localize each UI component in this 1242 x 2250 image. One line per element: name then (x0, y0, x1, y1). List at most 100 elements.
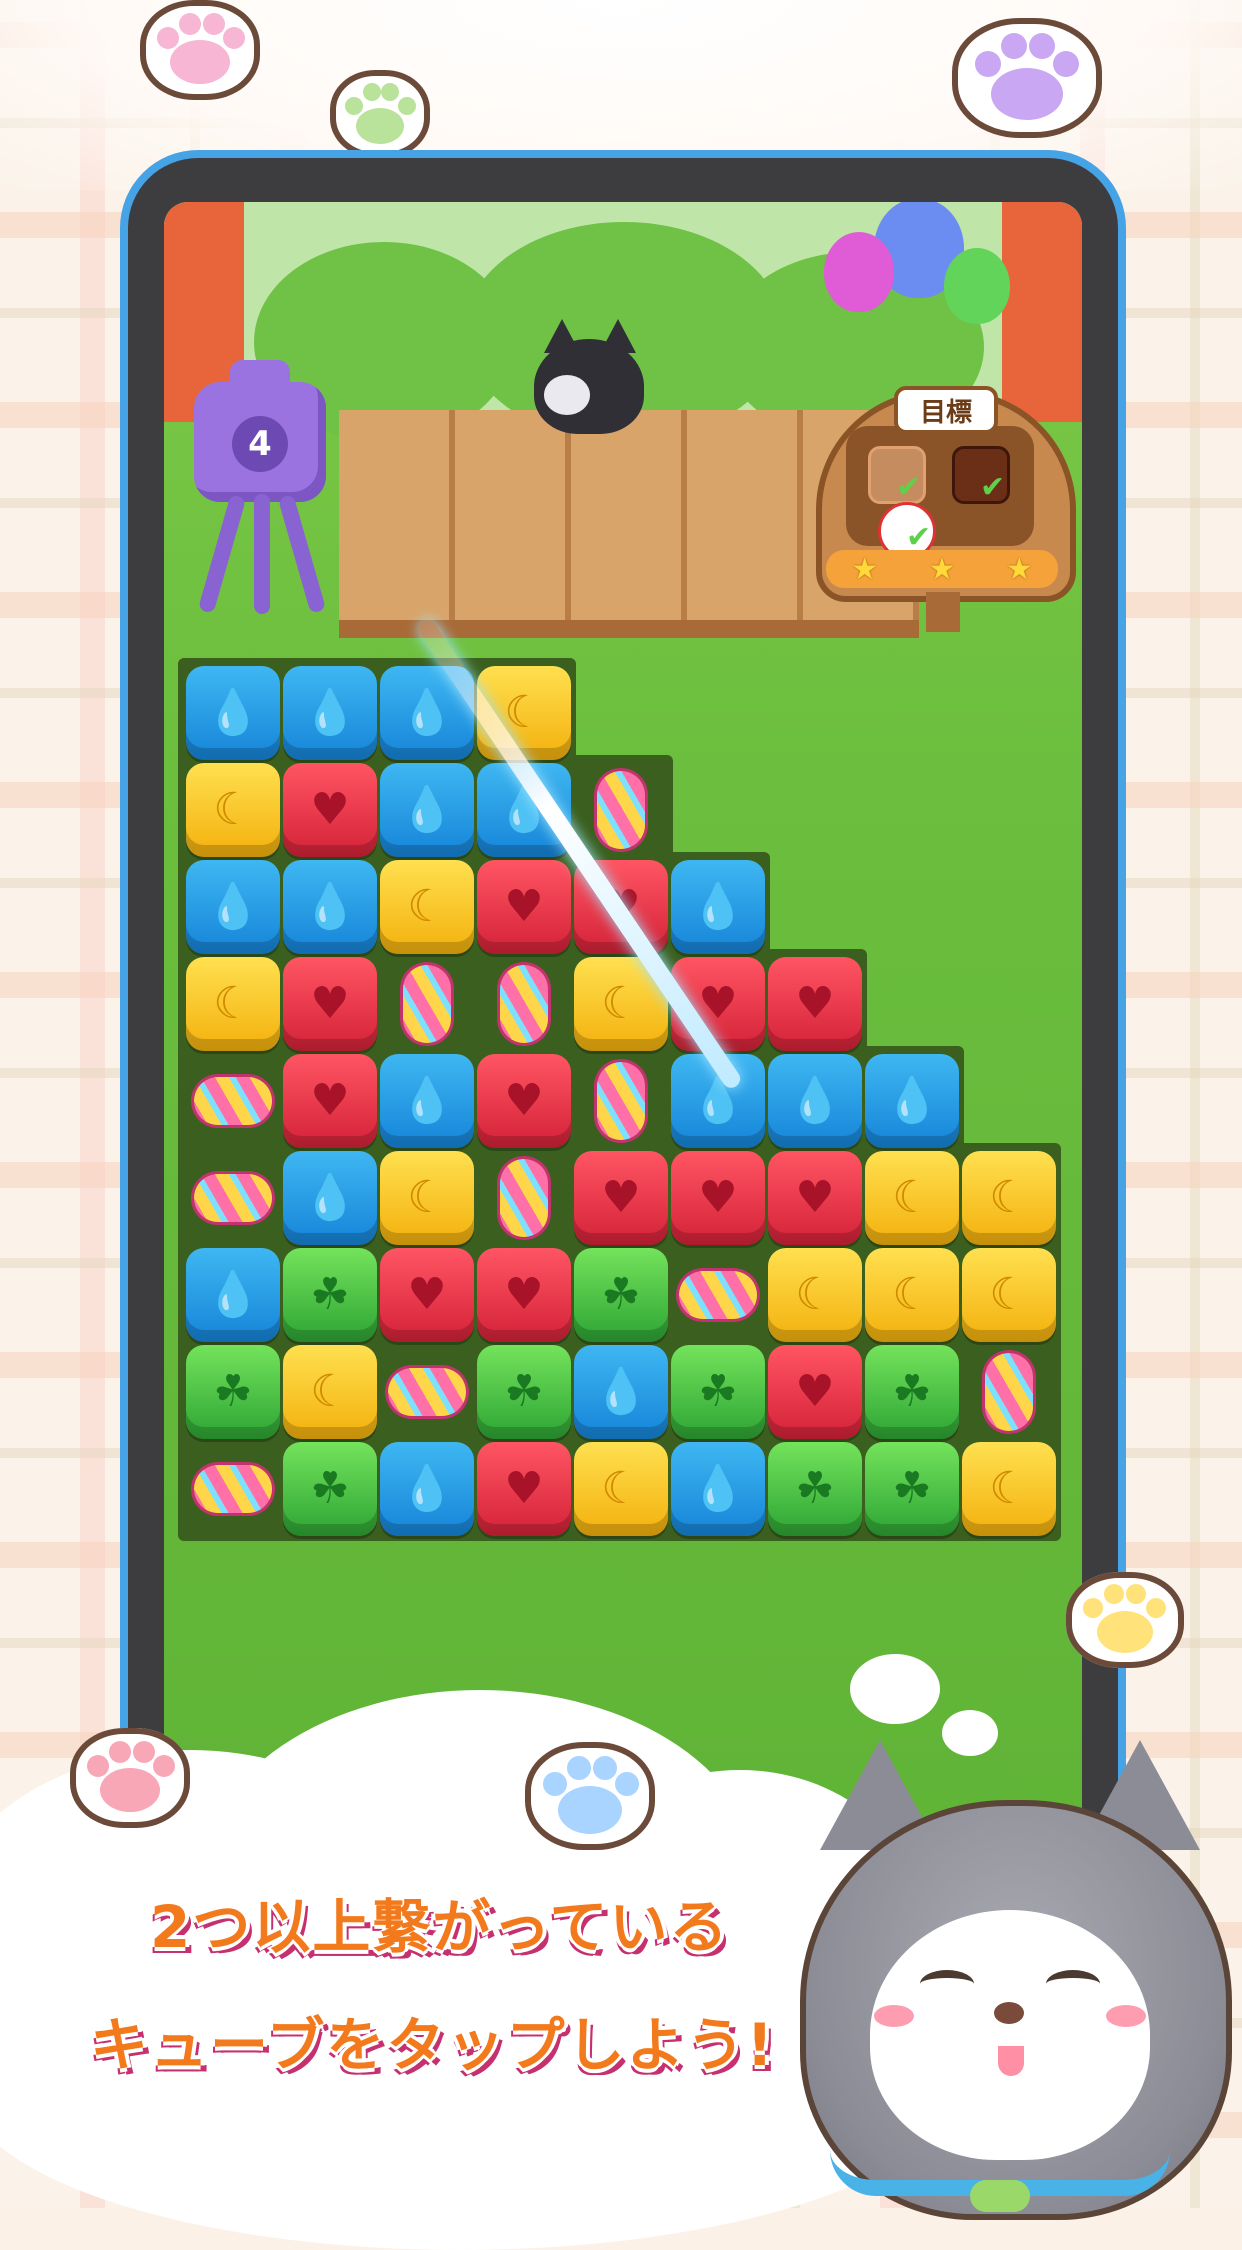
yellow-cube[interactable]: ☾ (865, 1248, 959, 1342)
blue-cube-symbol-icon: 💧 (690, 1463, 746, 1514)
green-cube[interactable]: ☘ (477, 1345, 571, 1439)
yellow-cube[interactable]: ☾ (186, 957, 280, 1051)
yellow-cube[interactable]: ☾ (865, 1151, 959, 1245)
paw-print-icon (952, 18, 1102, 138)
yellow-cube[interactable]: ☾ (380, 860, 474, 954)
paw-print-icon (70, 1728, 190, 1828)
blue-cube[interactable]: 💧 (283, 1151, 377, 1245)
blue-cube-symbol-icon: 💧 (399, 1463, 455, 1514)
yellow-cube-symbol-icon: ☾ (310, 1366, 350, 1417)
candy-booster[interactable] (380, 957, 474, 1051)
red-cube[interactable]: ♥ (477, 860, 571, 954)
collar-bell-icon (970, 2180, 1030, 2212)
candy-booster[interactable] (574, 763, 668, 857)
blue-cube-symbol-icon: 💧 (787, 1075, 843, 1126)
blue-cube[interactable]: 💧 (671, 860, 765, 954)
candy-booster[interactable] (477, 1151, 571, 1245)
candy-booster[interactable] (477, 957, 571, 1051)
yellow-cube-symbol-icon: ☾ (989, 1269, 1029, 1320)
red-cube[interactable]: ♥ (768, 957, 862, 1051)
green-cube[interactable]: ☘ (574, 1248, 668, 1342)
red-cube[interactable]: ♥ (768, 1151, 862, 1245)
yellow-cube[interactable]: ☾ (962, 1151, 1056, 1245)
blue-cube[interactable]: 💧 (283, 860, 377, 954)
red-cube-symbol-icon: ♥ (504, 1075, 544, 1126)
green-cube[interactable]: ☘ (768, 1442, 862, 1536)
candy-booster[interactable] (574, 1054, 668, 1148)
red-cube[interactable]: ♥ (477, 1054, 571, 1148)
green-cube[interactable]: ☘ (283, 1442, 377, 1536)
goal-post (926, 592, 960, 632)
red-cube-symbol-icon: ♥ (795, 978, 835, 1029)
green-cube-symbol-icon: ☘ (892, 1463, 932, 1514)
yellow-cube-symbol-icon: ☾ (407, 881, 447, 932)
candy-booster[interactable] (186, 1442, 280, 1536)
blue-cube[interactable]: 💧 (380, 763, 474, 857)
yellow-cube[interactable]: ☾ (574, 1442, 668, 1536)
yellow-cube-symbol-icon: ☾ (892, 1269, 932, 1320)
red-cube[interactable]: ♥ (671, 1151, 765, 1245)
yellow-cube[interactable]: ☾ (380, 1151, 474, 1245)
blue-cube-symbol-icon: 💧 (884, 1075, 940, 1126)
yellow-cube-symbol-icon: ☾ (795, 1269, 835, 1320)
moves-left-count: 4 (232, 416, 288, 472)
star-icon: ★ (1005, 551, 1033, 587)
blue-cube-symbol-icon: 💧 (593, 1366, 649, 1417)
candy-icon (403, 965, 451, 1043)
candy-booster[interactable] (186, 1054, 280, 1148)
red-cube[interactable]: ♥ (380, 1248, 474, 1342)
green-cube[interactable]: ☘ (283, 1248, 377, 1342)
blue-cube[interactable]: 💧 (380, 1442, 474, 1536)
red-cube[interactable]: ♥ (477, 1442, 571, 1536)
green-cube[interactable]: ☘ (671, 1345, 765, 1439)
blue-cube[interactable]: 💧 (186, 860, 280, 954)
red-cube[interactable]: ♥ (283, 1054, 377, 1148)
paw-print-icon (525, 1742, 655, 1850)
blue-cube-symbol-icon: 💧 (690, 1075, 746, 1126)
candy-booster[interactable] (962, 1345, 1056, 1439)
red-cube[interactable]: ♥ (574, 1151, 668, 1245)
blue-cube[interactable]: 💧 (671, 1442, 765, 1536)
candy-booster[interactable] (671, 1248, 765, 1342)
yellow-cube[interactable]: ☾ (962, 1248, 1056, 1342)
candy-booster[interactable] (186, 1151, 280, 1245)
blue-cube[interactable]: 💧 (283, 666, 377, 760)
paw-print-icon (140, 0, 260, 100)
yellow-cube-symbol-icon: ☾ (213, 978, 253, 1029)
yellow-cube-symbol-icon: ☾ (407, 1172, 447, 1223)
red-cube[interactable]: ♥ (477, 1248, 571, 1342)
yellow-cube[interactable]: ☾ (186, 763, 280, 857)
blue-cube-symbol-icon: 💧 (399, 1075, 455, 1126)
blue-cube[interactable]: 💧 (186, 1248, 280, 1342)
caption-line-2: キューブをタップしよう! (90, 2011, 775, 2079)
yellow-cube[interactable]: ☾ (283, 1345, 377, 1439)
yellow-cube[interactable]: ☾ (962, 1442, 1056, 1536)
check-icon: ✔ (980, 470, 1006, 505)
blue-cube-symbol-icon: 💧 (302, 881, 358, 932)
yellow-cube[interactable]: ☾ (768, 1248, 862, 1342)
yellow-cube-symbol-icon: ☾ (989, 1463, 1029, 1514)
blue-cube[interactable]: 💧 (768, 1054, 862, 1148)
red-cube[interactable]: ♥ (283, 957, 377, 1051)
green-cube[interactable]: ☘ (865, 1442, 959, 1536)
green-cube[interactable]: ☘ (865, 1345, 959, 1439)
gray-cat-mascot (790, 1740, 1232, 2220)
candy-icon (194, 1174, 272, 1222)
blue-cube-symbol-icon: 💧 (205, 687, 261, 738)
blue-cube-symbol-icon: 💧 (205, 881, 261, 932)
green-cube-symbol-icon: ☘ (795, 1463, 835, 1514)
red-cube-symbol-icon: ♥ (504, 881, 544, 932)
red-cube[interactable]: ♥ (283, 763, 377, 857)
blue-cube[interactable]: 💧 (380, 1054, 474, 1148)
paw-print-icon (330, 70, 430, 158)
goal-title: 目標 (894, 386, 998, 434)
blue-cube[interactable]: 💧 (186, 666, 280, 760)
blue-cube-symbol-icon: 💧 (399, 687, 455, 738)
blue-cube[interactable]: 💧 (574, 1345, 668, 1439)
green-cube-symbol-icon: ☘ (213, 1366, 253, 1417)
blue-cube[interactable]: 💧 (865, 1054, 959, 1148)
candy-booster[interactable] (380, 1345, 474, 1439)
red-cube[interactable]: ♥ (768, 1345, 862, 1439)
red-cube-symbol-icon: ♥ (504, 1269, 544, 1320)
green-cube[interactable]: ☘ (186, 1345, 280, 1439)
